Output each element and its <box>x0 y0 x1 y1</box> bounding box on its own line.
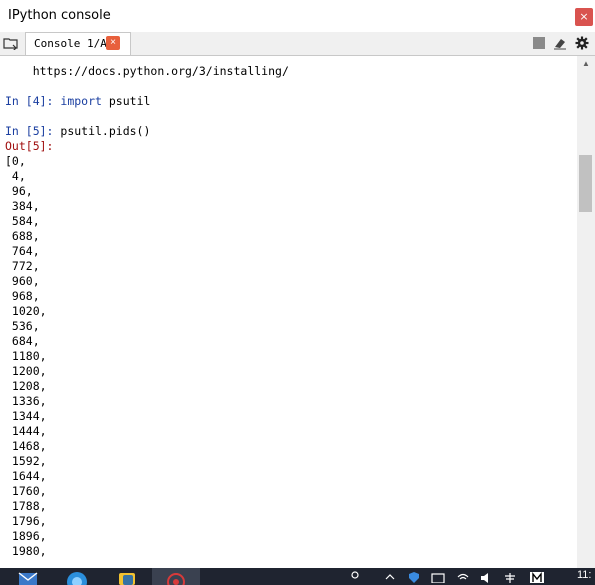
pid-line: 4, <box>5 169 26 183</box>
shield-tray-icon[interactable] <box>407 570 421 583</box>
pid-line: 384, <box>5 199 40 213</box>
taskbar-clock[interactable]: 11: <box>577 569 591 581</box>
taskbar: 11: <box>0 568 595 585</box>
code-line-4: psutil <box>101 94 151 108</box>
spyder-app-icon[interactable] <box>164 570 188 585</box>
pane-close-button[interactable]: × <box>575 8 593 26</box>
pid-line: 764, <box>5 244 40 258</box>
browse-tabs-icon[interactable] <box>3 36 19 50</box>
pid-line: 1592, <box>5 454 47 468</box>
console-text: https://docs.python.org/3/installing/ In… <box>0 56 577 559</box>
pid-line: 1796, <box>5 514 47 528</box>
pid-line: 1980, <box>5 544 47 558</box>
in-prompt-5: In [5]: <box>5 124 54 138</box>
pid-line: 1760, <box>5 484 47 498</box>
pid-line: 960, <box>5 274 40 288</box>
clear-icon[interactable] <box>553 36 567 50</box>
tab-bar: Console 1/A × <box>0 32 595 56</box>
pid-line: 1644, <box>5 469 47 483</box>
pid-line: 772, <box>5 259 40 273</box>
install-url: https://docs.python.org/3/installing/ <box>5 64 289 78</box>
tab-label: Console 1/A <box>34 37 107 50</box>
pid-line: 536, <box>5 319 40 333</box>
pid-list-output: [0, 4, 96, 384, 584, 688, 764, 772, 960,… <box>5 154 47 558</box>
scroll-thumb[interactable] <box>579 155 592 212</box>
out-prompt-5: Out[5]: <box>5 139 54 153</box>
pid-line: 96, <box>5 184 33 198</box>
pid-line: 1468, <box>5 439 47 453</box>
mail-app-icon[interactable] <box>16 570 40 585</box>
tab-console-1a[interactable]: Console 1/A × <box>25 32 131 55</box>
ime-mode-icon[interactable] <box>530 570 544 583</box>
in-prompt-4: In [4]: <box>5 94 54 108</box>
pid-line: 684, <box>5 334 40 348</box>
input-method-icon[interactable] <box>503 570 517 583</box>
pane-title: IPython console <box>8 8 111 23</box>
console-output[interactable]: https://docs.python.org/3/installing/ In… <box>0 56 577 568</box>
scroll-up-icon[interactable]: ▲ <box>577 56 595 72</box>
stop-icon[interactable] <box>532 36 546 50</box>
people-tray-icon[interactable] <box>348 570 362 583</box>
pid-line: 1344, <box>5 409 47 423</box>
python-app-icon[interactable] <box>115 570 139 585</box>
pid-line: 688, <box>5 229 40 243</box>
import-keyword: import <box>60 94 102 108</box>
wifi-icon[interactable] <box>456 570 470 583</box>
browser-app-icon[interactable] <box>65 570 89 585</box>
pid-line: 968, <box>5 289 40 303</box>
chevron-up-icon[interactable] <box>384 570 396 583</box>
pid-line: 1180, <box>5 349 47 363</box>
volume-icon[interactable] <box>479 570 493 583</box>
cut-off-line <box>5 56 12 63</box>
pid-line: 584, <box>5 214 40 228</box>
pid-line: 1336, <box>5 394 47 408</box>
pid-line: 1200, <box>5 364 47 378</box>
pane-title-bar: IPython console × <box>0 0 595 32</box>
pid-line: 1020, <box>5 304 47 318</box>
pid-line: 1896, <box>5 529 47 543</box>
code-line-5: psutil.pids() <box>53 124 151 138</box>
vertical-scrollbar[interactable]: ▲ <box>577 56 595 568</box>
gear-icon[interactable] <box>575 36 589 50</box>
pid-line: 1208, <box>5 379 47 393</box>
pid-line: [0, <box>5 154 26 168</box>
pid-line: 1444, <box>5 424 47 438</box>
message-tray-icon[interactable] <box>431 570 445 583</box>
pid-line: 1788, <box>5 499 47 513</box>
tab-close-icon[interactable]: × <box>106 36 120 50</box>
